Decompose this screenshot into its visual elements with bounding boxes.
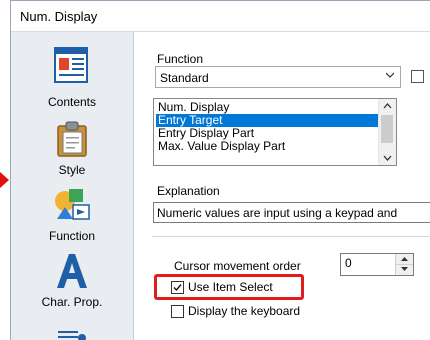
function-icon [55,189,90,220]
left-edge [0,0,10,340]
sidebar-item-style[interactable]: Style [11,114,133,182]
cursor-order-spinner[interactable]: 0 [340,253,414,276]
sidebar-item-label: Style [58,163,86,177]
display-keyboard-checkbox[interactable] [171,305,184,318]
sidebar-item-char-prop[interactable]: Char. Prop. [11,248,133,316]
function-label: Function [157,52,204,66]
cursor-order-label: Cursor movement order [174,259,301,273]
window-title: Num. Display [20,9,98,24]
section-divider [152,236,430,237]
title-bar: Num. Display [11,1,430,32]
explanation-label: Explanation [157,184,220,198]
list-item-partial[interactable] [156,153,380,163]
cursor-order-value: 0 [345,256,352,270]
sidebar-item-label: Contents [47,95,97,109]
style-icon [57,121,87,157]
sidebar-item-label: Char. Prop. [41,295,103,309]
sidebar-item-contents[interactable]: Contents [11,32,133,114]
char-prop-icon [57,254,87,288]
partial-checkbox[interactable] [411,70,424,83]
function-part-list[interactable]: Num. Display Entry Target Entry Display … [153,98,397,166]
annotation-highlight-box [154,274,304,300]
spinner-buttons [395,254,413,275]
chevron-down-icon [386,72,394,78]
list-settings-icon[interactable] [56,329,88,340]
contents-icon [54,47,88,83]
explanation-text: Numeric values are input using a keypad … [157,206,398,220]
scroll-thumb[interactable] [381,115,393,143]
function-dropdown-value: Standard [160,71,209,85]
list-scrollbar[interactable] [378,99,396,165]
display-keyboard-label[interactable]: Display the keyboard [188,304,300,318]
list-item[interactable]: Max. Value Display Part [156,140,380,153]
scroll-down-icon[interactable] [379,151,396,165]
explanation-textbox[interactable]: Numeric values are input using a keypad … [153,202,430,223]
annotation-arrow-icon [0,172,9,188]
function-dropdown[interactable]: Standard [155,66,401,88]
spin-down-icon[interactable] [396,264,413,274]
category-rail: Contents Style Function Char. Prop. [11,32,134,340]
sidebar-item-function[interactable]: Function [11,182,133,248]
sidebar-item-label: Function [48,229,96,243]
scroll-up-icon[interactable] [379,99,396,113]
